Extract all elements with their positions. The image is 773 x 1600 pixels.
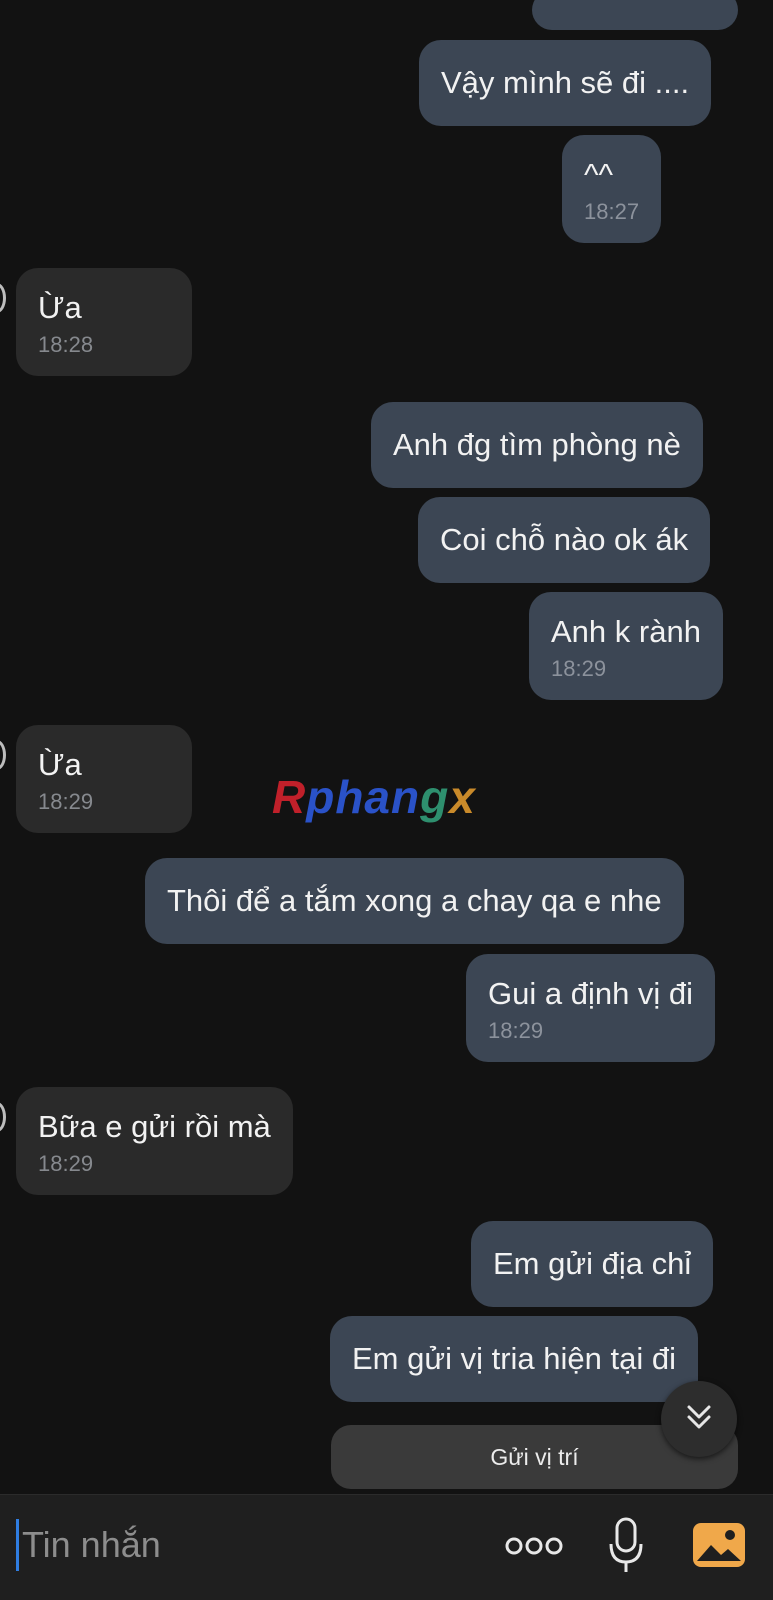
message-text: Coi chỗ nào ok ák [440, 522, 689, 557]
message-bubble-outgoing[interactable]: Em gửi vị tria hiện tại đi [330, 1316, 698, 1402]
chat-screen: Vậy mình sẽ đi .... ^^ 18:27 Ừa 18:28 An… [0, 0, 773, 1600]
message-bubble-outgoing[interactable]: Coi chỗ nào ok ák [418, 497, 711, 583]
message-time: 18:27 [584, 199, 640, 224]
message-time: 18:28 [38, 332, 94, 357]
message-text: Anh k rành [551, 614, 701, 649]
message-text: Ừa [38, 747, 82, 782]
message-bubble-outgoing[interactable]: Anh k rành 18:29 [529, 592, 723, 700]
voice-button[interactable] [596, 1513, 656, 1583]
message-time: 18:29 [38, 1151, 94, 1176]
message-bubble-outgoing[interactable]: Thôi để a tắm xong a chay qa e nhe [145, 858, 684, 944]
message-text: Thôi để a tắm xong a chay qa e nhe [167, 883, 662, 918]
message-text: Vậy mình sẽ đi .... [441, 65, 690, 100]
watermark-logo: Rphangx [272, 771, 476, 823]
message-text: Em gửi vị tria hiện tại đi [352, 1341, 676, 1376]
message-bubble-outgoing[interactable]: Anh đg tìm phòng nè [371, 402, 703, 488]
double-chevron-down-icon [682, 1400, 716, 1439]
avatar[interactable] [0, 283, 6, 313]
scroll-to-bottom-button[interactable] [661, 1381, 737, 1457]
message-text: Em gửi địa chỉ [493, 1246, 692, 1281]
message-bubble-outgoing[interactable]: Vậy mình sẽ đi .... [419, 40, 712, 126]
message-time: 18:29 [488, 1018, 544, 1043]
message-bubble-incoming[interactable]: Ừa 18:28 [16, 268, 192, 376]
avatar[interactable] [0, 740, 6, 770]
microphone-icon [606, 1516, 646, 1581]
message-text: Anh đg tìm phòng nè [393, 427, 681, 462]
message-bubble-outgoing[interactable]: Em gửi địa chỉ [471, 1221, 714, 1307]
message-text: ^^ [584, 157, 614, 192]
message-bubble-outgoing[interactable]: Gui a định vị đi 18:29 [466, 954, 716, 1062]
more-dots-icon [504, 1536, 564, 1561]
message-time: 18:29 [551, 656, 607, 681]
avatar[interactable] [0, 1102, 6, 1132]
send-location-label: Gửi vị trí [490, 1443, 579, 1470]
image-gallery-icon [691, 1519, 747, 1576]
text-cursor [16, 1519, 19, 1571]
gallery-button[interactable] [688, 1515, 750, 1579]
message-bubble-outgoing[interactable]: ^^ 18:27 [562, 135, 662, 243]
message-text: Bữa e gửi rồi mà [38, 1109, 271, 1144]
message-composer [0, 1494, 773, 1600]
message-bubble-incoming[interactable]: Ừa 18:29 [16, 725, 192, 833]
message-bubble-outgoing[interactable] [532, 0, 738, 30]
message-text: Gui a định vị đi [488, 976, 694, 1011]
message-text: Ừa [38, 290, 82, 325]
more-button[interactable] [500, 1523, 568, 1573]
message-time: 18:29 [38, 789, 94, 814]
message-input[interactable] [22, 1517, 462, 1573]
message-bubble-incoming[interactable]: Bữa e gửi rồi mà 18:29 [16, 1087, 293, 1195]
